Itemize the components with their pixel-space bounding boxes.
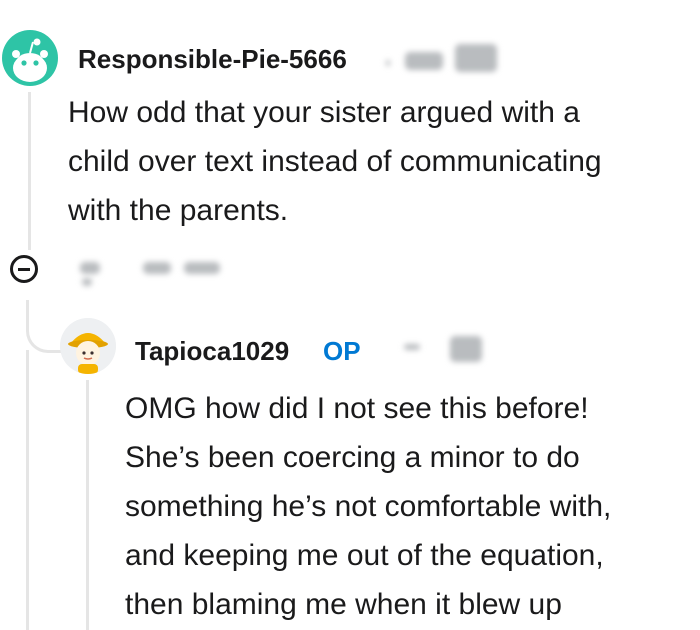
blurred-action [82, 278, 92, 286]
comment-body-line: with the parents. [68, 194, 289, 227]
reply-body-line: something he’s not comfortable with, [125, 490, 612, 523]
comment-username[interactable]: Responsible-Pie-5666 [78, 44, 347, 75]
blurred-action [143, 262, 171, 274]
blurred-metadata [386, 60, 390, 66]
blurred-action [80, 262, 100, 274]
blurred-action [184, 262, 220, 274]
blurred-metadata [404, 344, 420, 350]
reply-body-line: then blaming me when it blew up [125, 588, 562, 621]
thread-line-outer [26, 350, 29, 630]
blurred-metadata [450, 336, 482, 362]
blurred-metadata [455, 44, 497, 72]
reply-body-line: OMG how did I not see this before! [125, 392, 589, 425]
reply-body-line: She’s been coercing a minor to do [125, 441, 580, 474]
reply-body-line: and keeping me out of the equation, [125, 539, 604, 572]
comment-body: How odd that your sister argued with a c… [68, 88, 602, 235]
collapse-minus-icon[interactable] [10, 255, 38, 283]
snoo-avatar-icon[interactable] [2, 30, 58, 86]
thread-line-main [28, 92, 31, 250]
thread-line-reply [86, 380, 89, 630]
comment-body-line: How odd that your sister argued with a [68, 96, 580, 129]
reply-username[interactable]: Tapioca1029 [135, 336, 289, 367]
comment-body-line: child over text instead of communicating [68, 145, 602, 178]
tapioca-avatar-icon[interactable] [60, 318, 116, 374]
blurred-metadata [405, 52, 443, 70]
op-badge: OP [323, 336, 361, 366]
reply-body: OMG how did I not see this before! She’s… [125, 384, 611, 629]
